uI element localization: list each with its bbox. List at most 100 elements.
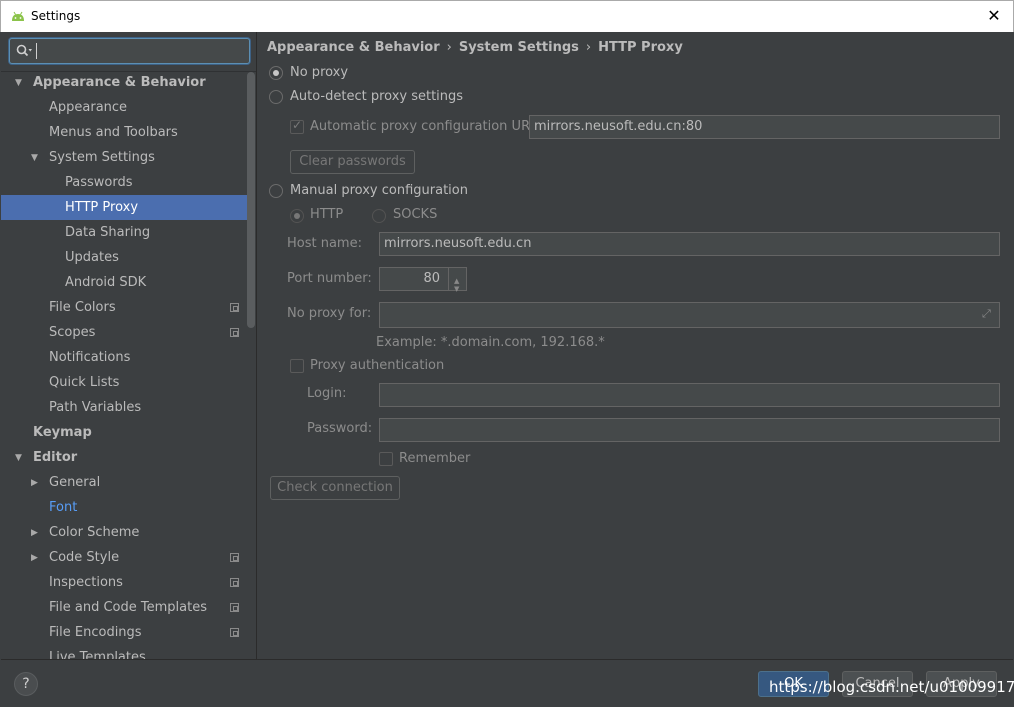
- sidebar-item-label: File Encodings: [49, 625, 142, 640]
- chevron-right-icon[interactable]: ▶: [31, 528, 41, 538]
- sidebar-item-label: Scopes: [49, 325, 96, 340]
- sidebar-item[interactable]: Android SDK: [1, 270, 247, 295]
- sidebar-item[interactable]: Scopes: [1, 320, 247, 345]
- sidebar-item-label: System Settings: [49, 150, 155, 165]
- sidebar-item[interactable]: Notifications: [1, 345, 247, 370]
- project-scope-icon: [230, 328, 239, 337]
- sidebar-item-label: Passwords: [65, 175, 133, 190]
- proxy-authentication-label: Proxy authentication: [310, 358, 445, 373]
- watermark-text: https://blog.csdn.net/u010099177: [769, 678, 1014, 696]
- sidebar-item-label: Notifications: [49, 350, 131, 365]
- sidebar-item[interactable]: ▼ System Settings: [1, 145, 247, 170]
- http-label: HTTP: [310, 207, 344, 222]
- sidebar-item[interactable]: Data Sharing: [1, 220, 247, 245]
- chevron-right-icon[interactable]: ▶: [31, 478, 41, 488]
- sidebar-item-label: Path Variables: [49, 400, 142, 415]
- port-number-stepper[interactable]: 80 ▲ ▼: [379, 267, 467, 293]
- no-proxy-for-label: No proxy for:: [287, 306, 372, 321]
- text-caret: [36, 43, 37, 59]
- stepper-arrows[interactable]: ▲ ▼: [448, 268, 466, 293]
- remember-checkbox[interactable]: [379, 452, 393, 466]
- no-proxy-for-field[interactable]: ⤢: [379, 302, 1000, 328]
- socks-label: SOCKS: [393, 207, 438, 222]
- dialog-footer: ? OK Cancel Apply https://blog.csdn.net/…: [1, 659, 1014, 706]
- socks-radio[interactable]: [372, 209, 386, 223]
- host-name-field[interactable]: mirrors.neusoft.edu.cn: [379, 232, 1000, 256]
- http-radio[interactable]: [290, 209, 304, 223]
- help-button[interactable]: ?: [14, 672, 38, 696]
- settings-sidebar: ▼ Appearance & Behavior Appearance Menus an…: [1, 32, 257, 659]
- sidebar-item-label: Editor: [33, 450, 78, 465]
- sidebar-item[interactable]: Updates: [1, 245, 247, 270]
- sidebar-item[interactable]: Font: [1, 495, 247, 520]
- sidebar-item-label: Live Templates: [49, 650, 146, 659]
- sidebar-item[interactable]: ▼ Appearance & Behavior: [1, 70, 247, 95]
- auto-config-url-checkbox[interactable]: [290, 118, 304, 134]
- breadcrumb: Appearance & Behavior › System Settings › HT…: [267, 40, 683, 55]
- settings-tree: ▼ Appearance & Behavior Appearance Menus an…: [1, 70, 247, 659]
- http-proxy-panel: Appearance & Behavior › System Settings › HT…: [258, 32, 1013, 659]
- manual-proxy-label: Manual proxy configuration: [290, 183, 468, 198]
- port-number-label: Port number:: [287, 271, 372, 286]
- auto-config-url-label: Automatic proxy configuration URL:: [310, 119, 542, 134]
- sidebar-item-label: HTTP Proxy: [65, 200, 139, 215]
- sidebar-item[interactable]: ▼ Editor: [1, 445, 247, 470]
- login-field[interactable]: [379, 383, 1000, 407]
- chevron-right-icon[interactable]: ▶: [31, 553, 41, 563]
- breadcrumb-separator: ›: [585, 40, 592, 55]
- chevron-down-icon[interactable]: ▼: [454, 278, 459, 300]
- sidebar-item-label: Quick Lists: [49, 375, 120, 390]
- project-scope-icon: [230, 628, 239, 637]
- sidebar-item-label: Appearance: [49, 100, 128, 115]
- sidebar-item-label: General: [49, 475, 101, 490]
- project-scope-icon: [230, 603, 239, 612]
- breadcrumb-item: Appearance & Behavior: [267, 40, 440, 55]
- sidebar-item[interactable]: Passwords: [1, 170, 247, 195]
- sidebar-item-label: Font: [49, 500, 78, 515]
- project-scope-icon: [230, 578, 239, 587]
- chevron-down-icon[interactable]: ▼: [15, 453, 25, 463]
- sidebar-item-label: File Colors: [49, 300, 116, 315]
- chevron-down-icon[interactable]: ▼: [15, 78, 25, 88]
- sidebar-scrollbar[interactable]: [247, 72, 255, 328]
- auto-detect-radio[interactable]: [269, 90, 283, 104]
- sidebar-item[interactable]: ▶ General: [1, 470, 247, 495]
- host-name-label: Host name:: [287, 236, 362, 251]
- sidebar-item[interactable]: Menus and Toolbars: [1, 120, 247, 145]
- sidebar-item[interactable]: File Encodings: [1, 620, 247, 645]
- sidebar-item-label: File and Code Templates: [49, 600, 207, 615]
- proxy-authentication-checkbox[interactable]: [290, 359, 304, 373]
- sidebar-item-label: Code Style: [49, 550, 120, 565]
- sidebar-item[interactable]: Inspections: [1, 570, 247, 595]
- sidebar-item[interactable]: ▶ Color Scheme: [1, 520, 247, 545]
- sidebar-item[interactable]: Live Templates: [1, 645, 247, 659]
- no-proxy-example-text: Example: *.domain.com, 192.168.*: [376, 335, 605, 350]
- search-icon: [16, 44, 32, 57]
- port-number-value: 80: [423, 271, 440, 286]
- sidebar-item[interactable]: Keymap: [1, 420, 247, 445]
- sidebar-item[interactable]: Path Variables: [1, 395, 247, 420]
- manual-proxy-radio[interactable]: [269, 184, 283, 198]
- chevron-down-icon[interactable]: ▼: [31, 153, 41, 163]
- sidebar-item[interactable]: File and Code Templates: [1, 595, 247, 620]
- sidebar-item[interactable]: Appearance: [1, 95, 247, 120]
- auto-config-url-field[interactable]: mirrors.neusoft.edu.cn:80: [529, 115, 1000, 139]
- sidebar-item-label: Android SDK: [65, 275, 147, 290]
- password-field[interactable]: [379, 418, 1000, 442]
- window-title: Settings: [31, 9, 81, 23]
- sidebar-item[interactable]: File Colors: [1, 295, 247, 320]
- password-label: Password:: [307, 421, 373, 436]
- no-proxy-radio[interactable]: [269, 66, 283, 80]
- sidebar-item-label: Updates: [65, 250, 119, 265]
- close-icon[interactable]: ✕: [983, 5, 1005, 27]
- login-label: Login:: [307, 386, 347, 401]
- breadcrumb-item: System Settings: [458, 40, 579, 55]
- sidebar-item[interactable]: Quick Lists: [1, 370, 247, 395]
- sidebar-item[interactable]: HTTP Proxy: [1, 195, 247, 220]
- sidebar-item[interactable]: ▶ Code Style: [1, 545, 247, 570]
- search-input[interactable]: [9, 38, 250, 64]
- check-connection-button[interactable]: Check connection: [270, 476, 400, 500]
- expand-icon[interactable]: ⤢: [982, 307, 995, 320]
- clear-passwords-button[interactable]: Clear passwords: [290, 150, 415, 174]
- breadcrumb-item: HTTP Proxy: [598, 40, 683, 55]
